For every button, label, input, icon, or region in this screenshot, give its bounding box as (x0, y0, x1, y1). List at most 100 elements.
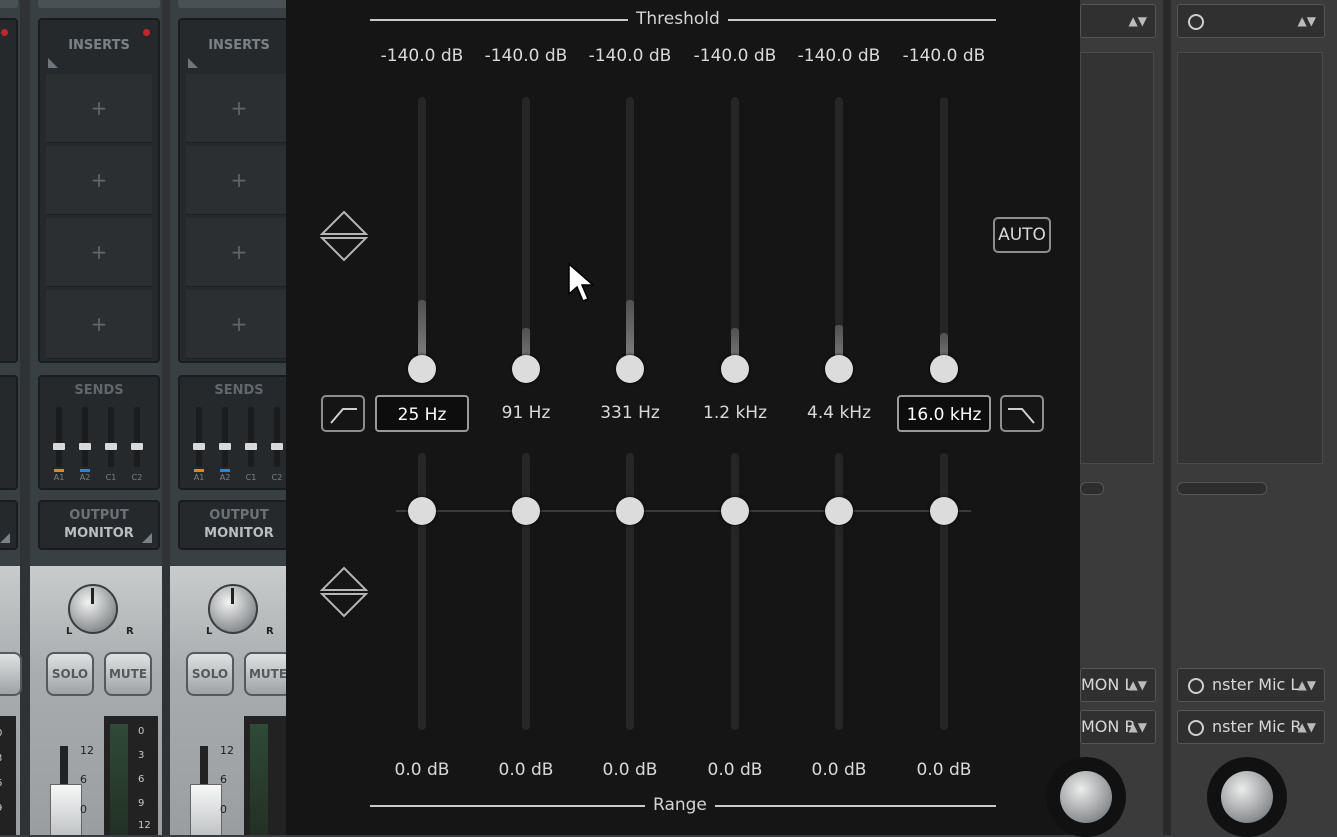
band-2-range-handle[interactable] (512, 497, 540, 525)
output-value: MONITOR (64, 526, 134, 541)
band-1-threshold-handle[interactable] (408, 355, 436, 383)
band-5-range-value: 0.0 dB (811, 760, 867, 780)
band-1-range-handle[interactable] (408, 497, 436, 525)
band-4-frequency-label[interactable]: 1.2 kHz (683, 395, 787, 432)
fader-cap[interactable] (79, 443, 91, 450)
band-4-threshold-handle[interactable] (721, 355, 749, 383)
band-1-range-slider[interactable] (418, 453, 426, 730)
volume-fader-cap[interactable] (50, 784, 82, 835)
output-monitor-selector[interactable]: OUTPUT MONITOR (38, 500, 160, 550)
send-fader-a2[interactable] (219, 407, 231, 472)
inserts-title: INSERTS (208, 38, 270, 53)
level-meter: 0 3 6 9 12 (104, 716, 158, 835)
insert-slot-1[interactable]: + (46, 74, 152, 143)
high-cut-filter-button[interactable] (1000, 395, 1044, 432)
band-3-range-handle[interactable] (616, 497, 644, 525)
send-fader-a2[interactable] (79, 407, 91, 472)
power-circle-icon[interactable] (1188, 678, 1204, 694)
range-link-icon[interactable] (320, 566, 368, 618)
band-4-range-value: 0.0 dB (707, 760, 763, 780)
send-fader-c1[interactable] (105, 407, 117, 467)
insert-slot-2[interactable]: + (46, 146, 152, 215)
fader-scale-label: 0 (220, 803, 227, 816)
insert-slot-4[interactable]: + (186, 290, 286, 359)
input-select-dropdown[interactable]: ▲▼ (1177, 4, 1325, 38)
insert-slot-3[interactable]: + (186, 218, 286, 287)
inserts-panel: INSERTS + + + + (178, 18, 286, 363)
insert-slot-3[interactable]: + (46, 218, 152, 287)
threshold-link-icon[interactable] (320, 210, 368, 262)
pan-left-label: L (66, 626, 73, 637)
band-3-frequency-label[interactable]: 331 Hz (578, 395, 682, 432)
scroll-pill[interactable] (1177, 482, 1267, 495)
band-6-range-handle[interactable] (930, 497, 958, 525)
send-label: C1 (245, 473, 257, 482)
mute-button[interactable]: MUTE (104, 652, 152, 696)
output-knob[interactable] (1046, 757, 1126, 837)
band-6-range-slider[interactable] (940, 453, 948, 730)
input-select-dropdown[interactable]: ▲▼ (1080, 4, 1156, 38)
solo-button[interactable]: SOLO (46, 652, 94, 696)
band-5-threshold-handle[interactable] (825, 355, 853, 383)
insert-slot-1[interactable]: + (186, 74, 286, 143)
output-right-dropdown[interactable]: MON R ▲▼ (1080, 710, 1156, 744)
fader-cap[interactable] (271, 443, 283, 450)
insert-led (143, 29, 150, 36)
band-6-threshold-handle[interactable] (930, 355, 958, 383)
send-label: C1 (105, 473, 117, 482)
send-fader-a1[interactable] (53, 407, 65, 472)
band-1-frequency-field[interactable]: 25 Hz (375, 395, 469, 432)
scroll-pill[interactable] (1080, 482, 1104, 495)
band-6-frequency-field[interactable]: 16.0 kHz (897, 395, 991, 432)
band-3-range-value: 0.0 dB (602, 760, 658, 780)
solo-button[interactable]: SOLO (186, 652, 234, 696)
sends-panel: SENDS A1 A2 C1 C2 (178, 375, 286, 490)
band-4-range-handle[interactable] (721, 497, 749, 525)
band-1-threshold-value: -140.0 dB (380, 46, 464, 66)
output-left-dropdown[interactable]: MON L ▲▼ (1080, 668, 1156, 702)
send-fader-c2[interactable] (271, 407, 283, 467)
inserts-menu-triangle-icon[interactable] (188, 58, 198, 68)
insert-slot-2[interactable]: + (186, 146, 286, 215)
output-panel[interactable] (0, 500, 18, 550)
pan-knob[interactable] (68, 584, 118, 634)
send-fader-c2[interactable] (131, 407, 143, 467)
band-5-range-slider[interactable] (835, 453, 843, 730)
pan-knob[interactable] (208, 584, 258, 634)
fader-cap[interactable] (53, 443, 65, 450)
band-2-range-slider[interactable] (522, 453, 530, 730)
band-5-frequency-label[interactable]: 4.4 kHz (787, 395, 891, 432)
channel-strip-partial: 0 3 6 9 (0, 0, 22, 835)
band-3-threshold-handle[interactable] (616, 355, 644, 383)
band-6-range-value: 0.0 dB (916, 760, 972, 780)
output-title: OUTPUT (69, 508, 129, 523)
band-2-frequency-label[interactable]: 91 Hz (474, 395, 578, 432)
fader-cap[interactable] (131, 443, 143, 450)
fader-cap[interactable] (193, 443, 205, 450)
fader-cap[interactable] (219, 443, 231, 450)
output-right-dropdown[interactable]: nster Mic R ▲▼ (1177, 710, 1325, 744)
volume-fader-cap[interactable] (190, 784, 222, 835)
send-fader-a1[interactable] (193, 407, 205, 472)
fader-cap[interactable] (245, 443, 257, 450)
auto-button[interactable]: AUTO (993, 217, 1051, 253)
fader-cap[interactable] (105, 443, 117, 450)
meter-scale-label: 6 (0, 778, 2, 789)
send-label: A2 (219, 473, 231, 482)
output-left-dropdown[interactable]: nster Mic L ▲▼ (1177, 668, 1325, 702)
power-circle-icon[interactable] (1188, 14, 1204, 30)
send-fader-c1[interactable] (245, 407, 257, 467)
band-3-range-slider[interactable] (626, 453, 634, 730)
mute-button[interactable] (0, 652, 22, 696)
output-knob[interactable] (1207, 757, 1287, 837)
power-circle-icon[interactable] (1188, 720, 1204, 736)
output-monitor-selector[interactable]: OUTPUT MONITOR (178, 500, 286, 550)
insert-slot-4[interactable]: + (46, 290, 152, 359)
band-4-range-slider[interactable] (731, 453, 739, 730)
low-cut-filter-button[interactable] (321, 395, 365, 432)
inserts-menu-triangle-icon[interactable] (48, 58, 58, 68)
band-5-range-handle[interactable] (825, 497, 853, 525)
band-2-threshold-handle[interactable] (512, 355, 540, 383)
mute-button[interactable]: MUTE (244, 652, 286, 696)
dropdown-arrows-icon: ▲▼ (1297, 678, 1316, 692)
